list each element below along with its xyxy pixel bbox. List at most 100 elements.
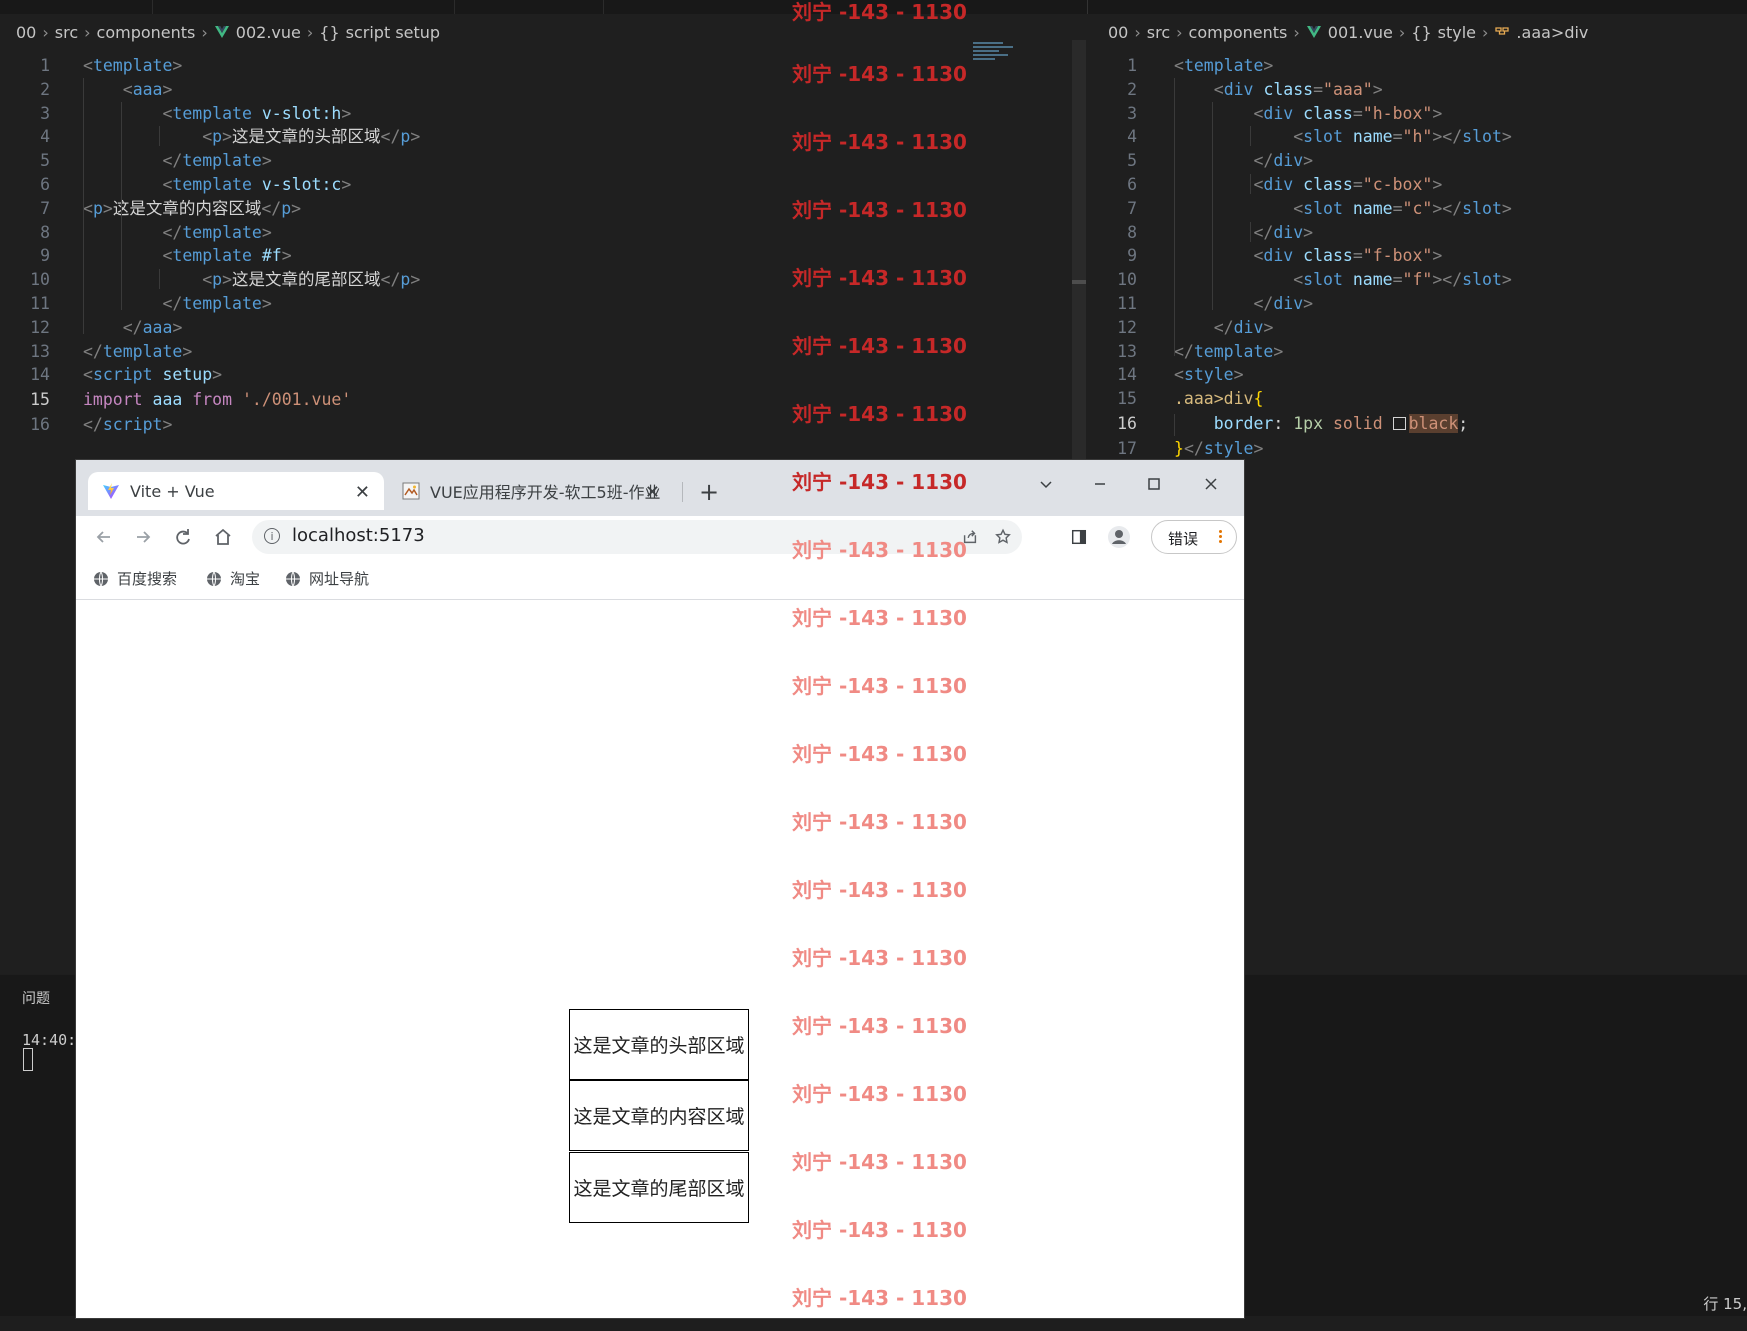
- breadcrumb-item[interactable]: 00: [1108, 23, 1128, 42]
- line-number: 13: [1117, 341, 1137, 361]
- code-text[interactable]: <template v-slot:h>: [83, 102, 351, 126]
- bookmark-label: 淘宝: [230, 570, 261, 588]
- tab-title: Vite + Vue: [130, 481, 215, 501]
- code-text[interactable]: </template>: [1174, 340, 1283, 364]
- vue-logo-icon: [214, 26, 229, 38]
- breadcrumb-item[interactable]: src: [55, 23, 78, 42]
- code-text[interactable]: </div>: [1174, 149, 1313, 173]
- code-text[interactable]: <slot name="c"></slot>: [1174, 197, 1512, 221]
- vue-logo-icon: [1306, 26, 1321, 38]
- code-text[interactable]: <slot name="h"></slot>: [1174, 125, 1512, 149]
- code-text[interactable]: <div class="f-box">: [1174, 244, 1442, 268]
- code-text[interactable]: <div class="c-box">: [1174, 173, 1442, 197]
- code-text[interactable]: </template>: [83, 149, 271, 173]
- address-bar[interactable]: i localhost:5173: [252, 520, 1022, 554]
- star-icon[interactable]: [991, 525, 1015, 549]
- line-number: 6: [40, 174, 50, 194]
- error-button[interactable]: 错误: [1151, 520, 1237, 554]
- breadcrumb-item[interactable]: 00: [16, 23, 36, 42]
- browser-window: Vite + Vue ✕ VUE应用程序开发-软工5班-作业 ✕ + i loc…: [76, 460, 1244, 1318]
- bookmark-item[interactable]: 百度搜索: [93, 568, 177, 589]
- avatar[interactable]: [1104, 522, 1134, 552]
- bookmark-item[interactable]: 网址导航: [285, 568, 369, 589]
- left-vertical-scrollbar[interactable]: [1072, 40, 1086, 460]
- breadcrumb-file[interactable]: 001.vue: [1328, 23, 1393, 42]
- code-text[interactable]: <template>: [1174, 54, 1273, 78]
- code-text[interactable]: <p>这是文章的内容区域</p>: [83, 197, 301, 221]
- breadcrumb-item[interactable]: script setup: [346, 23, 440, 42]
- browser-tab[interactable]: VUE应用程序开发-软工5班-作业 ✕: [388, 472, 674, 510]
- minimap-line: [973, 54, 1008, 56]
- code-text[interactable]: </div>: [1174, 221, 1313, 245]
- url-text[interactable]: localhost:5173: [292, 525, 425, 546]
- code-text[interactable]: </script>: [83, 413, 172, 437]
- breadcrumb-item[interactable]: components: [97, 23, 196, 42]
- browser-tab-active[interactable]: Vite + Vue ✕: [88, 472, 384, 510]
- bookmark-label: 百度搜索: [117, 570, 178, 588]
- home-icon[interactable]: [209, 523, 237, 551]
- content-stack: 这是文章的头部区域 这是文章的内容区域 这是文章的尾部区域: [569, 1009, 749, 1223]
- code-text[interactable]: </template>: [83, 340, 192, 364]
- line-number: 9: [40, 246, 50, 266]
- breadcrumb-item[interactable]: src: [1147, 23, 1170, 42]
- info-icon[interactable]: i: [264, 528, 280, 544]
- forward-icon[interactable]: [129, 523, 157, 551]
- code-text[interactable]: border: 1px solid black;: [1174, 412, 1468, 436]
- code-text[interactable]: <slot name="f"></slot>: [1174, 268, 1512, 292]
- code-text[interactable]: <template #f>: [83, 244, 291, 268]
- chevron-right-icon: ›: [306, 22, 314, 42]
- chevron-right-icon: ›: [1398, 22, 1406, 42]
- right-breadcrumb: 00 › src › components › 001.vue › {} sty…: [1108, 20, 1588, 44]
- code-text[interactable]: <template v-slot:c>: [83, 173, 351, 197]
- close-icon[interactable]: ✕: [355, 482, 370, 503]
- cursor-position[interactable]: 行 15,: [1703, 1293, 1747, 1314]
- code-text[interactable]: <p>这是文章的头部区域</p>: [83, 125, 420, 149]
- vue-file-icon: [214, 24, 230, 40]
- code-text[interactable]: </div>: [1174, 292, 1313, 316]
- back-icon[interactable]: [90, 523, 118, 551]
- code-text[interactable]: </template>: [83, 292, 271, 316]
- breadcrumb-file[interactable]: 002.vue: [236, 23, 301, 42]
- code-text[interactable]: <aaa>: [83, 78, 173, 102]
- indent-guide: [83, 78, 84, 334]
- minimap[interactable]: [973, 40, 1021, 80]
- code-text[interactable]: <div class="h-box">: [1174, 102, 1442, 126]
- vite-icon: [102, 482, 120, 500]
- close-icon[interactable]: ✕: [645, 482, 660, 503]
- code-text[interactable]: <div class="aaa">: [1174, 78, 1383, 102]
- code-text[interactable]: <style>: [1174, 363, 1244, 387]
- reload-icon[interactable]: [169, 523, 197, 551]
- globe-icon: [206, 571, 222, 587]
- panel-title[interactable]: 问题: [22, 988, 50, 1008]
- sidebar-icon[interactable]: [1064, 522, 1094, 552]
- bookmark-label: 网址导航: [309, 570, 370, 588]
- more-vert-icon: [1218, 529, 1222, 547]
- line-number: 14: [1117, 365, 1137, 385]
- code-text[interactable]: }</style>: [1174, 437, 1263, 461]
- share-icon[interactable]: [958, 525, 982, 549]
- chevron-down-icon[interactable]: [1023, 470, 1069, 498]
- code-text[interactable]: <p>这是文章的尾部区域</p>: [83, 268, 420, 292]
- code-text[interactable]: </aaa>: [83, 316, 183, 340]
- minimize-icon[interactable]: [1077, 470, 1123, 498]
- code-text[interactable]: </template>: [83, 221, 271, 245]
- code-text[interactable]: <template>: [83, 54, 182, 78]
- left-scrollbar-thumb[interactable]: [1072, 280, 1086, 284]
- code-text[interactable]: .aaa>div{: [1174, 387, 1263, 411]
- new-tab-button[interactable]: +: [695, 478, 723, 506]
- close-icon[interactable]: [1188, 470, 1234, 498]
- code-text[interactable]: <script setup>: [83, 363, 222, 387]
- maximize-icon[interactable]: [1131, 470, 1177, 498]
- chevron-right-icon: ›: [1176, 22, 1183, 42]
- code-text[interactable]: </div>: [1174, 316, 1274, 340]
- line-number: 4: [40, 127, 50, 147]
- code-text[interactable]: import aaa from './001.vue': [83, 388, 351, 412]
- breadcrumb-symbol-icon: {}: [1411, 22, 1432, 42]
- breadcrumb-item[interactable]: style: [1438, 23, 1476, 42]
- terminal-cursor: [23, 1048, 33, 1071]
- bookmark-item[interactable]: 淘宝: [206, 568, 260, 589]
- content-box-text: 这是文章的内容区域: [573, 1106, 745, 1128]
- vscode-top-tabstrip: [0, 0, 1747, 14]
- breadcrumb-item[interactable]: components: [1189, 23, 1288, 42]
- breadcrumb-item[interactable]: .aaa>div: [1516, 23, 1588, 42]
